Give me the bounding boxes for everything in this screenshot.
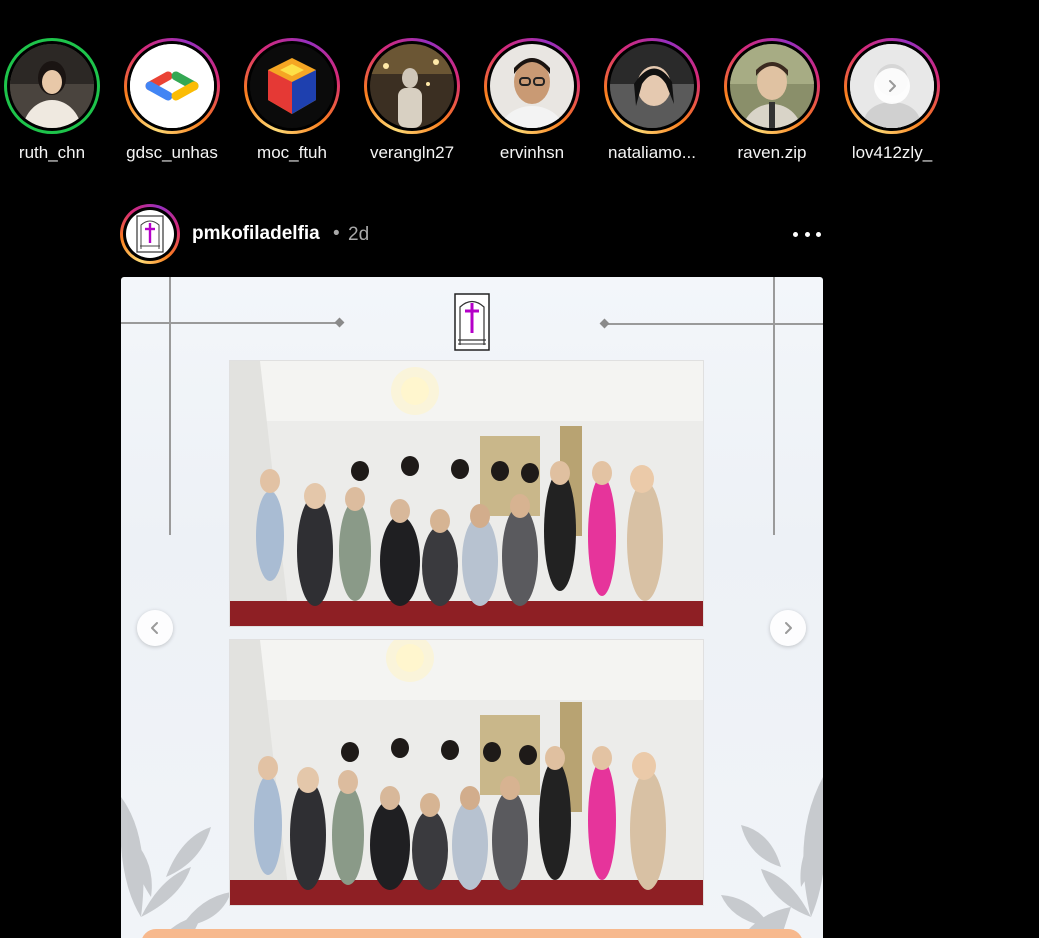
avatar <box>730 44 814 128</box>
group-photo-1 <box>229 360 704 627</box>
chevron-right-icon <box>785 622 792 634</box>
story-username: lov412zly_ <box>851 143 933 162</box>
story-raven-zip[interactable]: raven.zip <box>712 38 832 163</box>
avatar <box>370 44 454 128</box>
story-gdsc-unhas[interactable]: gdsc_unhas <box>112 38 232 163</box>
carousel-next-button[interactable] <box>770 610 806 646</box>
chevron-right-icon <box>889 80 896 92</box>
group-photo-2 <box>229 639 704 906</box>
gdsc-logo-icon <box>130 44 214 128</box>
story-ring <box>604 38 700 134</box>
chevron-left-icon <box>151 622 158 634</box>
story-ring <box>724 38 820 134</box>
caption-banner <box>141 929 803 938</box>
avatar <box>850 44 934 128</box>
carousel-prev-button[interactable] <box>137 610 173 646</box>
post-username[interactable]: pmkofiladelfia <box>192 223 320 245</box>
story-username: verangln27 <box>369 143 455 162</box>
post-media-carousel[interactable] <box>121 277 823 938</box>
more-horizontal-icon <box>793 231 798 237</box>
avatar <box>610 44 694 128</box>
story-moc-ftuh[interactable]: moc_ftuh <box>232 38 352 163</box>
moc-logo-icon <box>250 44 334 128</box>
story-username: ervinhsn <box>499 143 565 162</box>
story-username: raven.zip <box>737 143 807 162</box>
post-avatar[interactable] <box>120 204 180 264</box>
post-header: pmkofiladelfia • 2d <box>120 204 823 264</box>
story-username: ruth_chn <box>18 143 86 162</box>
story-ring <box>4 38 100 134</box>
church-logo-icon <box>136 215 164 253</box>
time-separator: • <box>333 223 340 244</box>
story-ring <box>364 38 460 134</box>
story-username: moc_ftuh <box>257 143 327 162</box>
stories-next-button[interactable] <box>874 68 910 104</box>
story-nataliamo[interactable]: nataliamo... <box>592 38 712 163</box>
avatar <box>490 44 574 128</box>
post-timestamp[interactable]: 2d <box>348 224 369 246</box>
more-options-button[interactable] <box>793 222 821 246</box>
story-username: nataliamo... <box>608 143 696 162</box>
story-ring <box>244 38 340 134</box>
story-ring <box>124 38 220 134</box>
story-verangln27[interactable]: verangln27 <box>352 38 472 163</box>
avatar <box>10 44 94 128</box>
story-ring <box>844 38 940 134</box>
story-ring <box>484 38 580 134</box>
story-ruth-chn[interactable]: ruth_chn <box>0 38 112 163</box>
story-lov412zly[interactable]: lov412zly_ <box>832 38 952 163</box>
story-ervinhsn[interactable]: ervinhsn <box>472 38 592 163</box>
church-logo-icon <box>454 293 490 351</box>
stories-tray: ruth_chn gdsc_unhas moc_ftuh verangln27 … <box>0 38 1039 168</box>
story-username: gdsc_unhas <box>126 143 218 162</box>
